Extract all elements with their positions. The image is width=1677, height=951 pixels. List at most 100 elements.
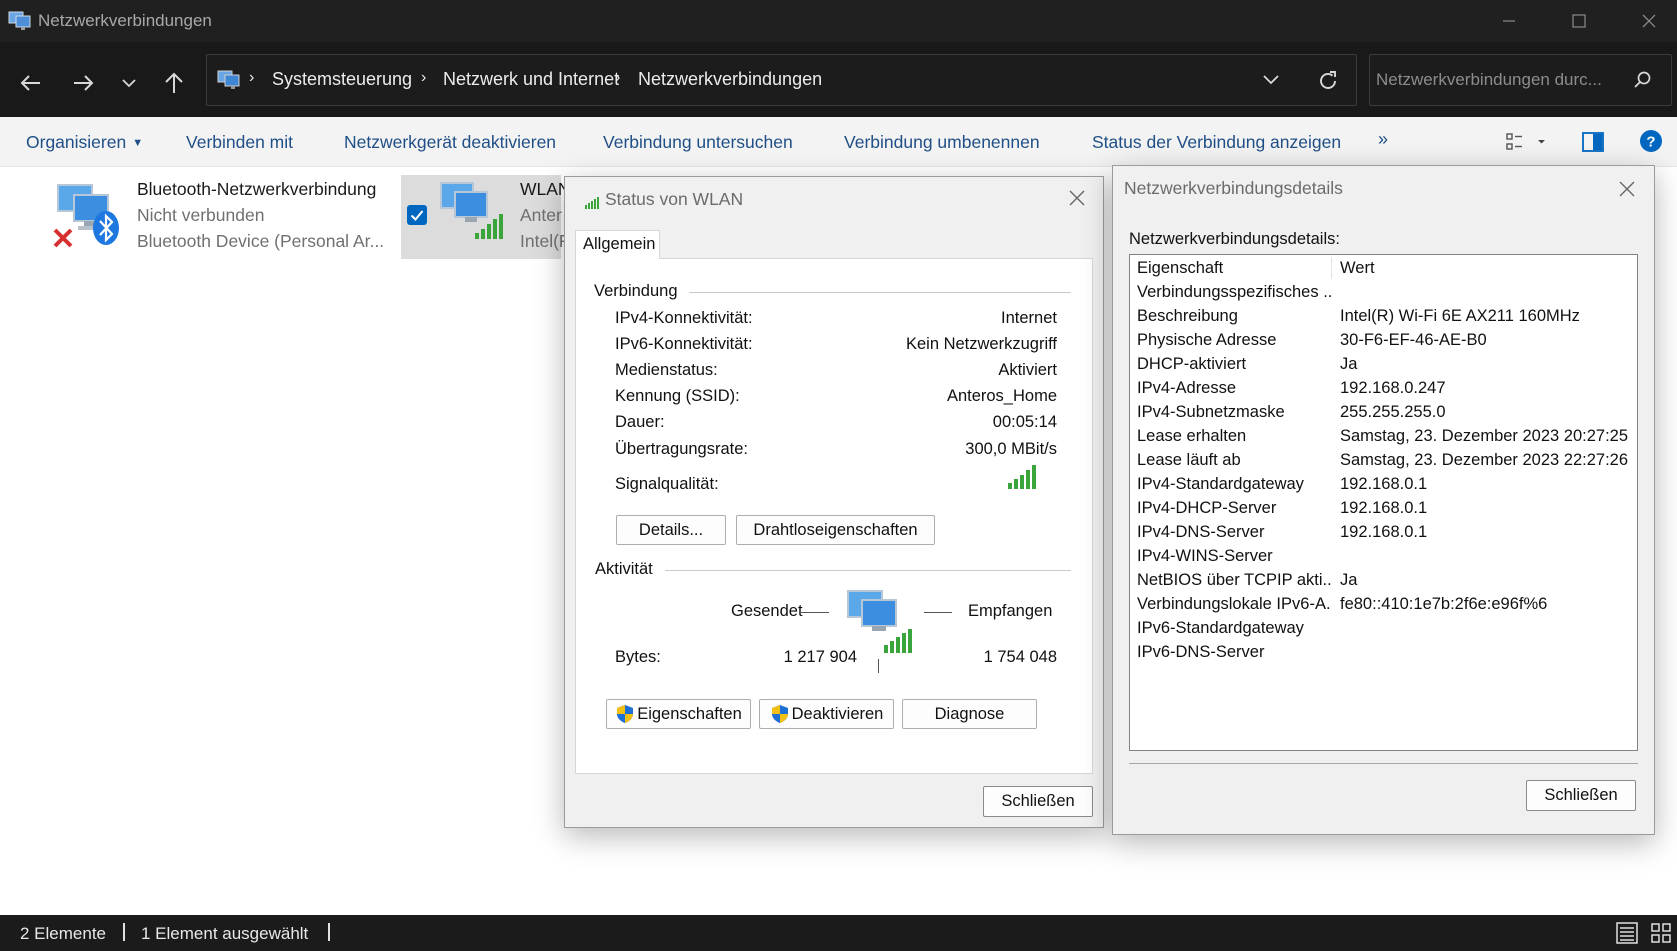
received-label: Empfangen — [968, 602, 1053, 620]
item-name: Bluetooth-Netzwerkverbindung — [137, 179, 377, 199]
search-box[interactable]: Netzwerkverbindungen durc... — [1369, 54, 1672, 106]
table-row-value: 192.168.0.1 — [1340, 523, 1428, 541]
breadcrumb-separator-icon: › — [421, 69, 427, 86]
window-title: Netzwerkverbindungen — [38, 11, 212, 30]
disconnected-x-icon — [52, 227, 74, 249]
item-status: Anter — [520, 205, 562, 225]
column-header-value[interactable]: Wert — [1340, 259, 1620, 278]
disable-device-button[interactable]: Netzwerkgerät deaktivieren — [344, 132, 556, 153]
view-options-icon[interactable] — [1506, 132, 1546, 152]
status-bar: 2 Elemente 1 Element ausgewählt — [0, 915, 1677, 951]
table-row-value: 255.255.255.0 — [1340, 403, 1446, 421]
details-button[interactable]: Details... — [616, 515, 726, 545]
table-row-value: 192.168.0.1 — [1340, 475, 1428, 493]
wireless-properties-button[interactable]: Drahtloseigenschaften — [736, 515, 935, 545]
table-row-property: IPv4-Adresse — [1137, 379, 1237, 397]
connect-button[interactable]: Verbinden mit — [186, 132, 293, 153]
organize-menu[interactable]: Organisieren ▼ — [26, 132, 143, 153]
table-row-property: Lease läuft ab — [1137, 451, 1241, 469]
status-divider — [328, 923, 330, 941]
table-row-property: Lease erhalten — [1137, 427, 1247, 445]
dialog-divider — [1129, 763, 1638, 764]
deactivate-button[interactable]: Deaktivieren — [759, 699, 894, 729]
column-divider[interactable] — [1331, 257, 1332, 279]
properties-label: Eigenschaften — [637, 704, 742, 723]
row-value: Aktiviert — [998, 361, 1057, 379]
breadcrumb-systemsteuerung[interactable]: Systemsteuerung — [272, 69, 412, 90]
table-row-property: IPv4-Subnetzmaske — [1137, 403, 1285, 421]
list-item[interactable]: Bluetooth-Netzwerkverbindung Nicht verbu… — [48, 175, 394, 255]
breadcrumb-netzwerk-und-internet[interactable]: Netzwerk und Internet — [443, 69, 619, 90]
table-row-value: Intel(R) Wi-Fi 6E AX211 160MHz — [1340, 307, 1580, 325]
preview-pane-icon[interactable] — [1582, 132, 1604, 152]
uac-shield-icon — [770, 704, 790, 724]
organize-label: Organisieren — [26, 132, 127, 152]
search-input[interactable]: Netzwerkverbindungen durc... — [1376, 70, 1602, 90]
minimize-button[interactable] — [1481, 0, 1537, 42]
properties-button[interactable]: Eigenschaften — [606, 699, 751, 729]
breadcrumb-separator-icon: › — [249, 69, 255, 86]
dialog-title: Netzwerkverbindungsdetails — [1124, 178, 1343, 198]
bytes-label: Bytes: — [615, 648, 661, 666]
item-device: Bluetooth Device (Personal Ar... — [137, 231, 385, 251]
details-view-icon[interactable] — [1616, 922, 1638, 944]
recent-locations-chevron-icon[interactable] — [108, 62, 150, 104]
maximize-button[interactable] — [1551, 0, 1607, 42]
bytes-sent-value: 1 217 904 — [783, 648, 857, 666]
diagnose-connection-button[interactable]: Verbindung untersuchen — [603, 132, 793, 153]
back-button[interactable] — [10, 62, 52, 104]
bluetooth-icon — [92, 210, 120, 246]
help-icon[interactable]: ? — [1639, 129, 1663, 153]
row-value: Internet — [1001, 309, 1057, 327]
connection-section-header: Verbindung — [594, 282, 678, 300]
dialog-close-icon[interactable] — [1618, 180, 1636, 198]
refresh-icon[interactable] — [1317, 70, 1339, 92]
row-label: Kennung (SSID): — [615, 387, 740, 405]
tiles-view-icon[interactable] — [1650, 922, 1672, 944]
column-header-property[interactable]: Eigenschaft — [1137, 259, 1327, 278]
diagnose-button[interactable]: Diagnose — [902, 699, 1037, 729]
item-status: Nicht verbunden — [137, 205, 265, 225]
command-bar: Organisieren ▼ Verbinden mit Netzwerkgerä… — [0, 117, 1677, 167]
wlan-status-dialog: Status von WLAN Allgemein Verbindung IPv… — [564, 176, 1104, 828]
close-button[interactable]: Schließen — [1526, 780, 1636, 811]
section-divider — [689, 292, 1071, 293]
row-label: Dauer: — [615, 413, 665, 431]
table-row-value: Samstag, 23. Dezember 2023 20:27:25 — [1340, 427, 1629, 445]
rename-connection-button[interactable]: Verbindung umbenennen — [844, 132, 1040, 153]
selection-checkbox[interactable] — [407, 205, 427, 225]
table-row-property: DHCP-aktiviert — [1137, 355, 1247, 373]
dialog-close-icon[interactable] — [1068, 189, 1086, 207]
details-subtitle: Netzwerkverbindungsdetails: — [1129, 230, 1340, 248]
details-list[interactable]: Eigenschaft Wert Verbindungsspezifisches… — [1129, 254, 1638, 751]
address-dropdown-chevron-icon[interactable] — [1263, 75, 1279, 85]
item-device: Intel(F — [520, 231, 570, 251]
table-row-value: 192.168.0.1 — [1340, 499, 1428, 517]
control-panel-icon — [217, 68, 241, 90]
search-icon[interactable] — [1634, 71, 1652, 89]
view-status-button[interactable]: Status der Verbindung anzeigen — [1092, 132, 1341, 153]
close-window-button[interactable] — [1621, 0, 1677, 42]
row-label: IPv6-Konnektivität: — [615, 335, 753, 353]
table-row-property: IPv6-Standardgateway — [1137, 619, 1304, 637]
network-activity-icon — [846, 589, 918, 655]
breadcrumb-netzwerkverbindungen[interactable]: Netzwerkverbindungen — [638, 69, 822, 90]
table-row-value: fe80::410:1e7b:2f6e:e96f%6 — [1340, 595, 1548, 613]
more-commands-button[interactable]: » — [1378, 129, 1388, 150]
address-box[interactable]: › Systemsteuerung › Netzwerk und Interne… — [206, 54, 1357, 106]
up-button[interactable] — [153, 62, 195, 104]
connection-details-dialog: Netzwerkverbindungsdetails Netzwerkverbi… — [1112, 165, 1655, 835]
selected-count: 1 Element ausgewählt — [141, 924, 309, 943]
tab-panel: Verbindung IPv4-Konnektivität: Internet … — [575, 258, 1093, 774]
tab-allgemein[interactable]: Allgemein — [575, 230, 660, 259]
table-row-property: IPv4-Standardgateway — [1137, 475, 1304, 493]
row-value: Kein Netzwerkzugriff — [905, 335, 1057, 353]
section-divider — [665, 570, 1071, 571]
table-row-property: IPv4-WINS-Server — [1137, 547, 1273, 565]
forward-button[interactable] — [62, 62, 104, 104]
table-row-property: IPv6-DNS-Server — [1137, 643, 1265, 661]
close-button[interactable]: Schließen — [983, 786, 1093, 817]
signal-small-icon — [585, 197, 599, 209]
dialog-title: Status von WLAN — [605, 189, 744, 209]
list-item-selected[interactable]: WLAN Anter Intel(F — [401, 175, 571, 259]
